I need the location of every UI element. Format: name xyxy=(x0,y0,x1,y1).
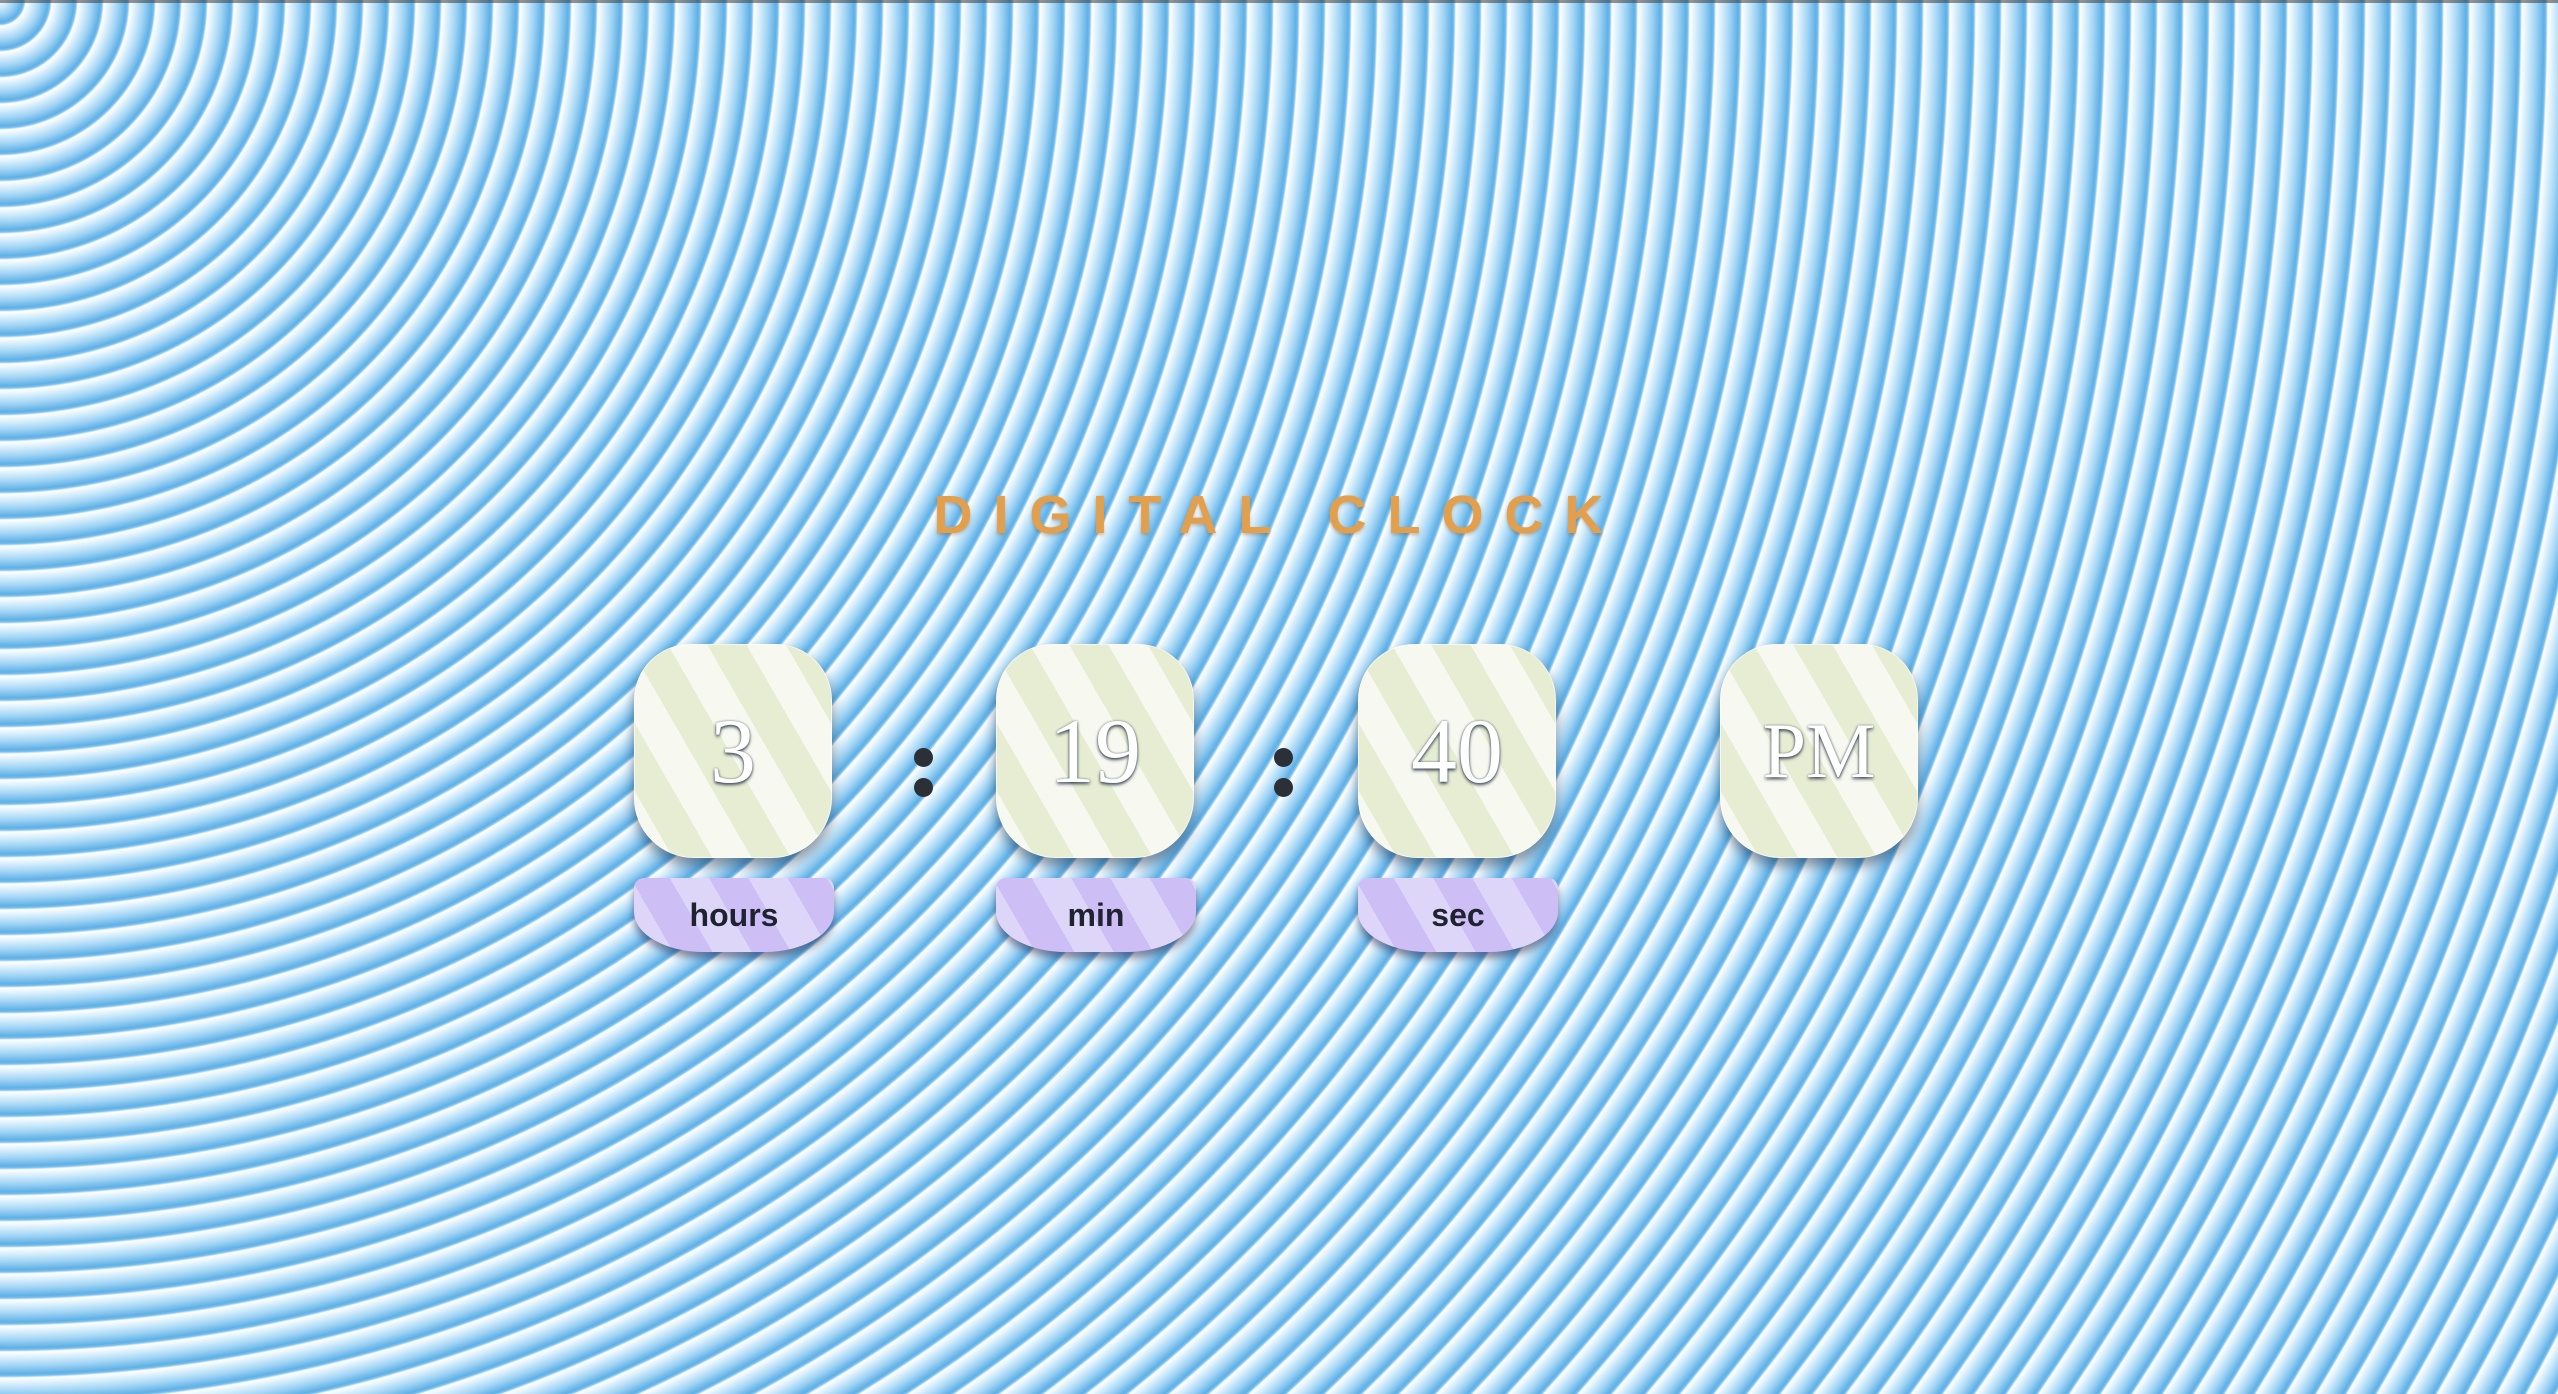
minutes-unit: 19 min xyxy=(996,644,1196,952)
minutes-label: min xyxy=(996,878,1196,952)
separator-dot xyxy=(914,748,933,767)
seconds-box: 40 xyxy=(1358,644,1556,858)
seconds-unit: 40 sec xyxy=(1358,644,1558,952)
hours-box: 3 xyxy=(634,644,832,858)
colon-separator-1 xyxy=(912,748,936,802)
window-top-edge xyxy=(0,0,2558,3)
seconds-value: 40 xyxy=(1411,700,1503,802)
seconds-label: sec xyxy=(1358,878,1558,952)
colon-separator-2 xyxy=(1272,748,1296,802)
minutes-value: 19 xyxy=(1049,700,1141,802)
page-title: DIGITAL CLOCK xyxy=(933,485,1625,545)
separator-dot xyxy=(1274,748,1293,767)
clock-page: DIGITAL CLOCK 3 hours 19 min 40 sec PM xyxy=(0,0,2558,1394)
hours-value: 3 xyxy=(710,700,756,802)
separator-dot xyxy=(1274,778,1293,797)
hours-label: hours xyxy=(634,878,834,952)
period-box: PM xyxy=(1720,644,1918,858)
period-value: PM xyxy=(1762,707,1876,794)
separator-dot xyxy=(914,778,933,797)
minutes-box: 19 xyxy=(996,644,1194,858)
hours-unit: 3 hours xyxy=(634,644,834,952)
period-unit: PM xyxy=(1720,644,1920,858)
